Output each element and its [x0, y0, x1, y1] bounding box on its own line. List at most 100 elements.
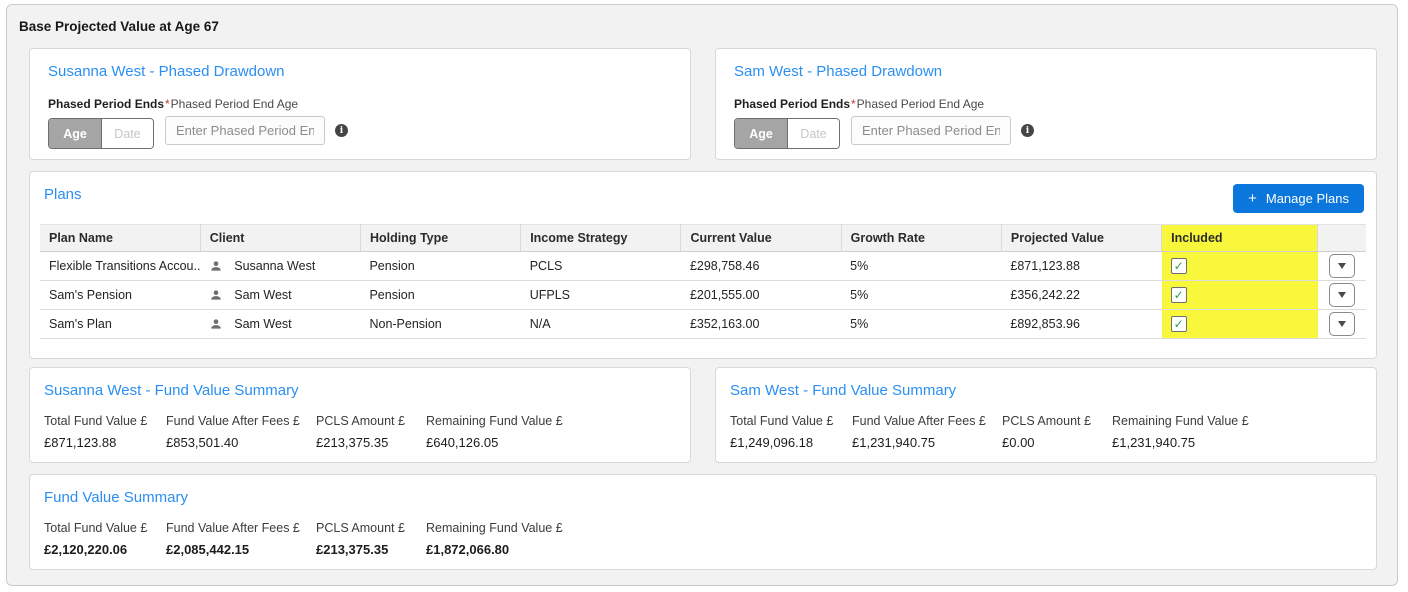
summary-item: PCLS Amount £ £213,375.35: [316, 414, 426, 450]
phased-period-end-age-input[interactable]: [851, 116, 1011, 145]
summary-item: Remaining Fund Value £ £1,231,940.75: [1112, 414, 1249, 450]
row-menu-dropdown-button[interactable]: [1328, 254, 1355, 278]
current-value-cell: £201,555.00: [680, 280, 842, 310]
summary-label: Remaining Fund Value £: [1112, 414, 1249, 428]
current-value-cell: £352,163.00: [680, 309, 842, 339]
row-actions-cell: [1317, 251, 1366, 281]
phased-period-ends-label: Phased Period Ends: [48, 97, 165, 111]
summary-value: £1,231,940.75: [852, 435, 936, 450]
summary-value: £2,085,442.15: [166, 542, 250, 557]
person-icon: [209, 288, 223, 302]
required-asterisk: *: [851, 97, 856, 111]
summary-label: Fund Value After Fees £: [166, 521, 300, 535]
card-heading: Sam West - Phased Drawdown: [734, 63, 943, 80]
table-row: Sam's Pension Sam West Pension UFPLS £20…: [40, 280, 1366, 310]
plan-name-cell: Sam's Pension: [40, 280, 201, 310]
summary-value: £853,501.40: [166, 435, 239, 450]
info-icon[interactable]: [335, 124, 348, 137]
summary-item: Remaining Fund Value £ £640,126.05: [426, 414, 563, 450]
col-plan-name: Plan Name: [40, 224, 201, 252]
phased-period-ends-label: Phased Period Ends: [734, 97, 851, 111]
projected-value-cell: £356,242.22: [1001, 280, 1162, 310]
summary-value: £0.00: [1002, 435, 1035, 450]
summary-label: Total Fund Value £: [730, 414, 834, 428]
included-checkbox[interactable]: [1170, 316, 1187, 332]
client-cell: Susanna West: [200, 251, 361, 281]
col-holding-type: Holding Type: [360, 224, 522, 252]
summary-value: £2,120,220.06: [44, 542, 128, 557]
summary-value: £1,231,940.75: [1112, 435, 1196, 450]
person-icon: [209, 259, 223, 273]
plan-name-cell: Sam's Plan: [40, 309, 201, 339]
income-strategy-cell: PCLS: [520, 251, 681, 281]
holding-type-cell: Pension: [360, 251, 521, 281]
required-asterisk: *: [165, 97, 170, 111]
summary-label: PCLS Amount £: [1002, 414, 1091, 428]
row-menu-dropdown-button[interactable]: [1328, 312, 1355, 336]
summary-item: Fund Value After Fees £ £853,501.40: [166, 414, 316, 450]
summary-value: £1,872,066.80: [426, 542, 510, 557]
summary-heading: Sam West - Fund Value Summary: [730, 382, 957, 399]
summary-label: PCLS Amount £: [316, 414, 405, 428]
summary-item: Remaining Fund Value £ £1,872,066.80: [426, 521, 563, 557]
phased-period-end-age-input[interactable]: [165, 116, 325, 145]
summary-value: £1,249,096.18: [730, 435, 814, 450]
summary-label: Fund Value After Fees £: [166, 414, 300, 428]
summary-value: £213,375.35: [316, 435, 389, 450]
summary-label: Total Fund Value £: [44, 521, 148, 535]
client-cell: Sam West: [200, 309, 361, 339]
sam-phased-drawdown-card: Sam West - Phased Drawdown Phased Period…: [715, 48, 1377, 160]
included-cell: [1161, 251, 1318, 281]
projected-value-cell: £871,123.88: [1001, 251, 1162, 281]
summary-value: £213,375.35: [316, 542, 389, 557]
summary-item: PCLS Amount £ £213,375.35: [316, 521, 426, 557]
holding-type-cell: Non-Pension: [360, 309, 521, 339]
col-actions: [1317, 224, 1366, 252]
toggle-age-button[interactable]: Age: [735, 119, 787, 148]
plans-table: Plan Name Client Holding Type Income Str…: [40, 224, 1366, 339]
row-menu-dropdown-button[interactable]: [1328, 283, 1355, 307]
phased-period-toggle: Age Date: [734, 118, 840, 149]
manage-plans-label: Manage Plans: [1265, 191, 1349, 206]
info-icon[interactable]: [1021, 124, 1034, 137]
person-icon: [209, 317, 223, 331]
susanna-fund-value-summary-card: Susanna West - Fund Value Summary Total …: [29, 367, 691, 463]
col-growth-rate: Growth Rate: [841, 224, 1002, 252]
plans-heading: Plans: [44, 186, 82, 203]
page-title: Base Projected Value at Age 67: [19, 19, 219, 34]
growth-rate-cell: 5%: [841, 280, 1002, 310]
col-client: Client: [200, 224, 361, 252]
manage-plans-button[interactable]: + Manage Plans: [1233, 184, 1364, 213]
col-current-value: Current Value: [680, 224, 842, 252]
susanna-phased-drawdown-card: Susanna West - Phased Drawdown Phased Pe…: [29, 48, 691, 160]
phased-period-end-age-label: *Phased Period End Age: [165, 97, 299, 111]
toggle-age-button[interactable]: Age: [49, 119, 101, 148]
toggle-date-button[interactable]: Date: [101, 119, 153, 148]
holding-type-cell: Pension: [360, 280, 521, 310]
summary-label: Fund Value After Fees £: [852, 414, 986, 428]
card-heading: Susanna West - Phased Drawdown: [48, 63, 285, 80]
included-cell: [1161, 309, 1318, 339]
sam-fund-value-summary-card: Sam West - Fund Value Summary Total Fund…: [715, 367, 1377, 463]
included-checkbox[interactable]: [1170, 287, 1187, 303]
summary-label: Remaining Fund Value £: [426, 521, 563, 535]
included-checkbox[interactable]: [1170, 258, 1187, 274]
col-included: Included: [1161, 224, 1319, 252]
col-income-strategy: Income Strategy: [520, 224, 682, 252]
client-cell: Sam West: [200, 280, 361, 310]
income-strategy-cell: UFPLS: [520, 280, 681, 310]
table-row: Flexible Transitions Accou... Susanna We…: [40, 251, 1366, 281]
table-row: Sam's Plan Sam West Non-Pension N/A £352…: [40, 309, 1366, 339]
phased-period-toggle: Age Date: [48, 118, 154, 149]
row-actions-cell: [1317, 309, 1366, 339]
summary-item: Fund Value After Fees £ £2,085,442.15: [166, 521, 316, 557]
growth-rate-cell: 5%: [841, 251, 1002, 281]
toggle-date-button[interactable]: Date: [787, 119, 839, 148]
summary-item: Fund Value After Fees £ £1,231,940.75: [852, 414, 1002, 450]
table-header-row: Plan Name Client Holding Type Income Str…: [40, 224, 1366, 252]
included-cell: [1161, 280, 1318, 310]
summary-heading: Fund Value Summary: [44, 489, 188, 506]
col-projected-value: Projected Value: [1001, 224, 1163, 252]
plus-icon: +: [1248, 190, 1257, 207]
summary-label: Remaining Fund Value £: [426, 414, 563, 428]
